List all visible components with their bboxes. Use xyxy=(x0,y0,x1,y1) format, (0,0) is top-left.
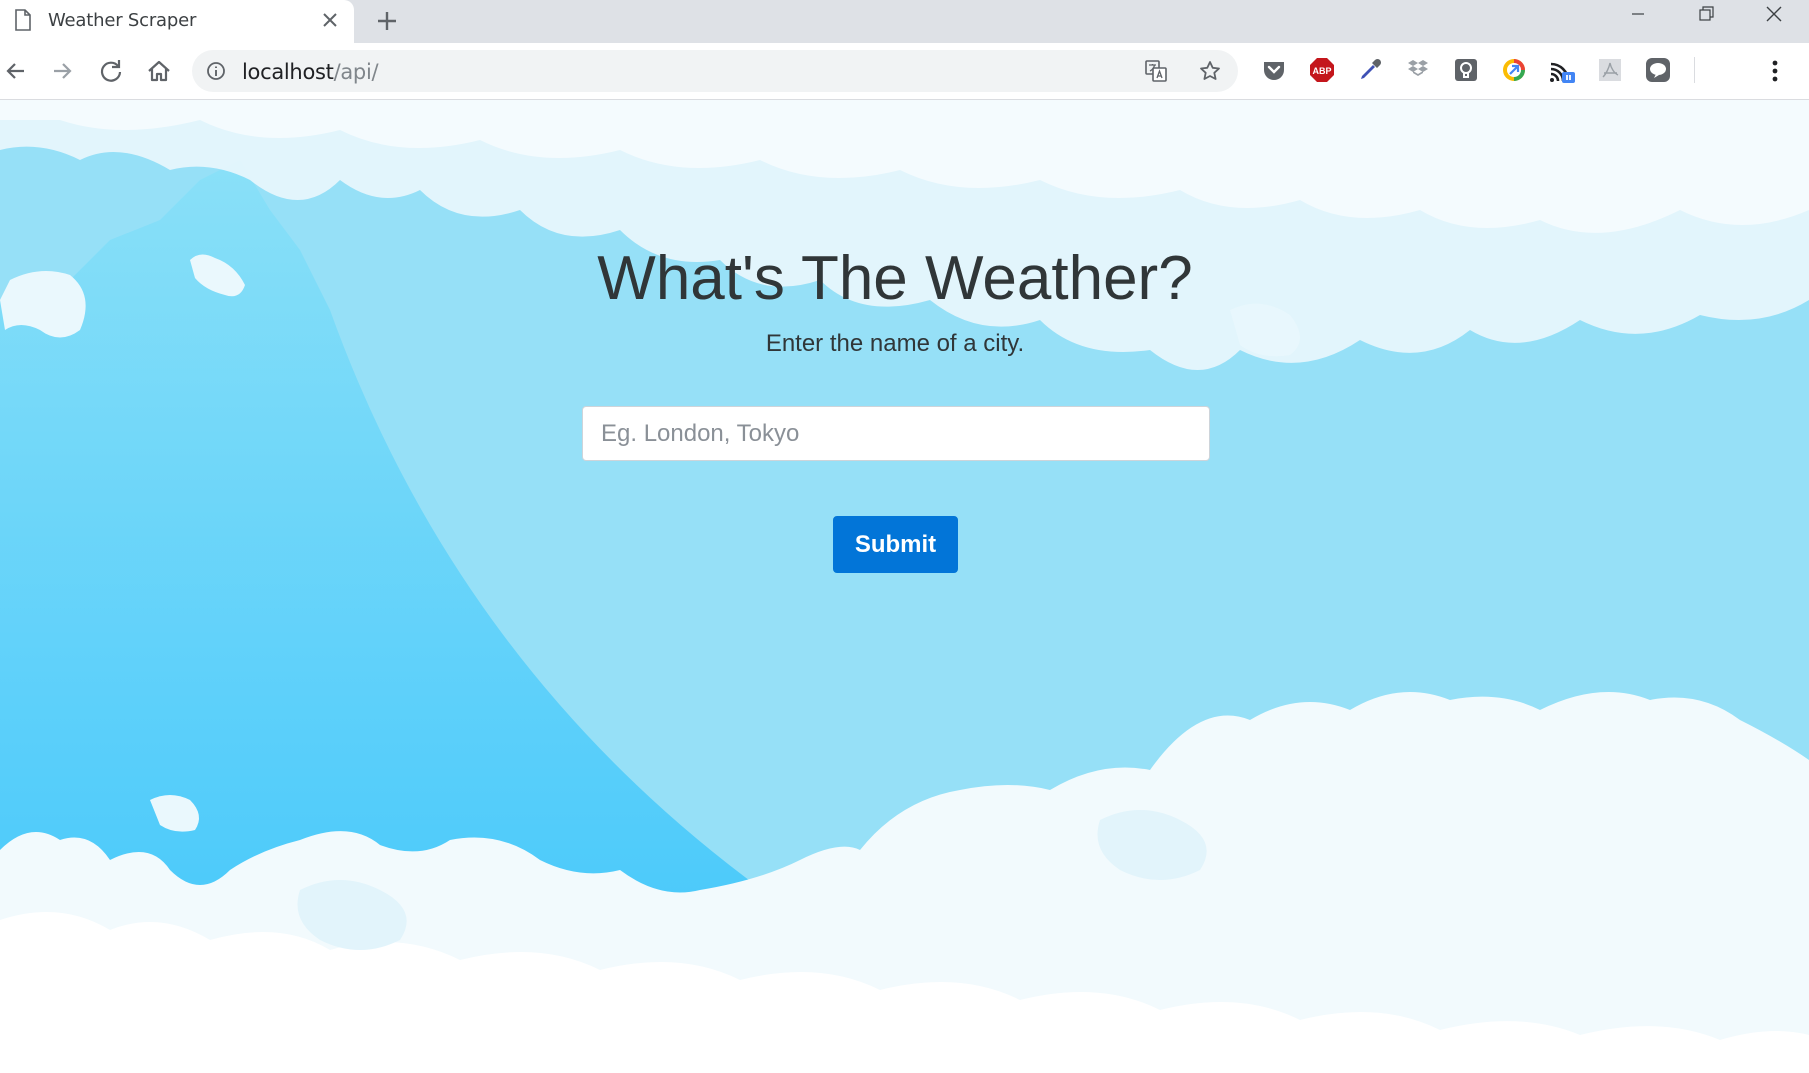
page-title: What's The Weather? xyxy=(597,244,1193,313)
pdf-icon[interactable] xyxy=(1596,56,1624,84)
close-window-icon[interactable] xyxy=(1740,0,1808,30)
url-host: localhost xyxy=(242,60,334,84)
pocket-icon[interactable] xyxy=(1260,56,1288,84)
kebab-menu-icon[interactable] xyxy=(1760,55,1790,87)
translate-icon[interactable] xyxy=(1144,59,1168,83)
page-icon xyxy=(15,9,31,31)
line-icon[interactable] xyxy=(1644,56,1672,84)
chrome-remote-icon[interactable] xyxy=(1500,56,1528,84)
home-icon[interactable] xyxy=(143,55,175,87)
address-bar[interactable]: localhost/api/ xyxy=(192,50,1238,92)
cast-icon[interactable] xyxy=(1548,56,1576,84)
restore-icon[interactable] xyxy=(1672,0,1740,30)
info-icon[interactable] xyxy=(206,61,226,81)
dropbox-icon[interactable] xyxy=(1404,56,1432,84)
browser-tab[interactable]: Weather Scraper xyxy=(0,0,354,43)
page-viewport: What's The Weather? Enter the name of a … xyxy=(0,100,1809,1073)
back-icon[interactable] xyxy=(0,55,32,87)
page-subtitle: Enter the name of a city. xyxy=(765,330,1025,357)
adblock-label: ABP xyxy=(1312,66,1331,76)
bookmark-star-icon[interactable] xyxy=(1198,59,1222,83)
browser-toolbar: localhost/api/ ABP xyxy=(0,43,1809,100)
tab-title: Weather Scraper xyxy=(48,10,197,31)
eyedropper-icon[interactable] xyxy=(1356,56,1384,84)
close-tab-icon[interactable] xyxy=(318,8,342,32)
reload-icon[interactable] xyxy=(95,55,127,87)
new-tab-icon[interactable] xyxy=(372,6,402,36)
forward-icon[interactable] xyxy=(46,55,78,87)
weather-form: What's The Weather? Enter the name of a … xyxy=(0,100,1809,1073)
lightbulb-icon[interactable] xyxy=(1452,56,1480,84)
adblock-plus-icon[interactable]: ABP xyxy=(1308,56,1336,84)
tab-strip: Weather Scraper xyxy=(0,0,1809,43)
url-path: /api/ xyxy=(333,60,379,84)
minimize-icon[interactable] xyxy=(1604,0,1672,30)
city-search-input[interactable] xyxy=(582,406,1210,461)
submit-button[interactable]: Submit xyxy=(833,516,958,573)
url-text[interactable]: localhost/api/ xyxy=(242,60,379,84)
toolbar-separator xyxy=(1694,57,1695,83)
